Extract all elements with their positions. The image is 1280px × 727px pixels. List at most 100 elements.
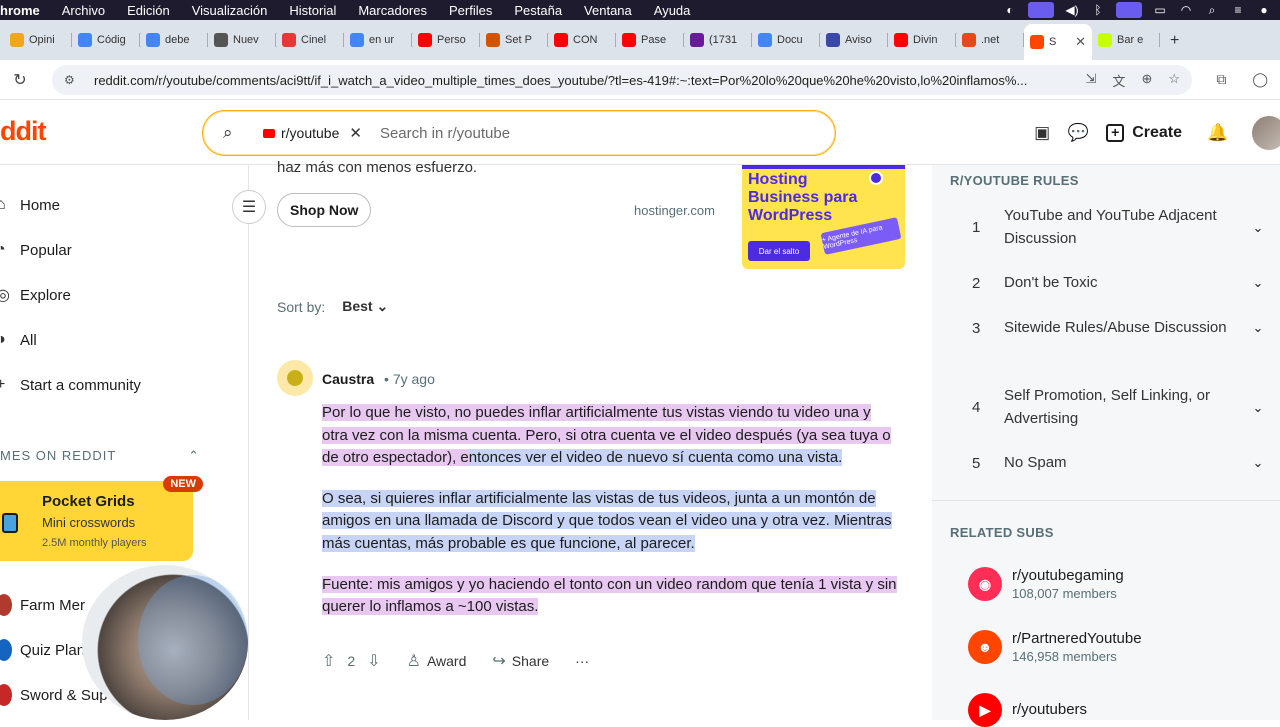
advertise-icon[interactable]: ▣ — [1024, 123, 1060, 143]
menu-historial[interactable]: Historial — [278, 3, 347, 18]
youtube-icon — [894, 33, 908, 47]
browser-tab[interactable]: CON — [548, 24, 616, 56]
screen-record-icon[interactable] — [1028, 2, 1054, 18]
nav-popular[interactable]: ◔ Popular — [0, 235, 230, 265]
browser-tab[interactable]: debe — [140, 24, 208, 56]
browser-tab[interactable]: Set P — [480, 24, 548, 56]
vote-control: ⇧ 2 ⇩ — [322, 651, 381, 671]
menu-perfiles[interactable]: Perfiles — [438, 3, 503, 18]
menu-marcadores[interactable]: Marcadores — [347, 3, 438, 18]
create-button[interactable]: + Create — [1106, 124, 1182, 142]
downvote-icon[interactable]: ⇩ — [367, 651, 380, 671]
install-app-icon[interactable]: ⇲ — [1086, 71, 1097, 90]
extensions-icon[interactable]: ⧉ — [1216, 71, 1226, 88]
menu-edicion[interactable]: Edición — [116, 3, 181, 18]
reload-icon[interactable]: ↻ — [0, 70, 40, 90]
related-sub-item[interactable]: ▶ r/youtubers — [968, 693, 1087, 727]
rules-title: R/YOUTUBE RULES — [950, 173, 1079, 188]
sort-value[interactable]: Best ⌄ — [342, 298, 388, 315]
chevron-up-icon[interactable]: ⌃ — [188, 448, 200, 464]
rule-item-1[interactable]: 1 YouTube and YouTube Adjacent Discussion… — [950, 205, 1268, 250]
rule-item-3[interactable]: 3 Sitewide Rules/Abuse Discussion ⌄ — [950, 317, 1268, 340]
nav-all[interactable]: ◑ All — [0, 325, 230, 355]
address-url[interactable]: reddit.com/r/youtube/comments/aci9tt/if_… — [94, 73, 1074, 88]
tab-label: en ur — [369, 34, 395, 46]
game-item-quiz[interactable]: Quiz Plane — [0, 639, 93, 661]
browser-tab[interactable]: Opini — [4, 24, 72, 56]
browser-tab[interactable]: Aviso — [820, 24, 888, 56]
nav-start-community[interactable]: + Start a community — [0, 370, 230, 400]
bookmark-star-icon[interactable]: ☆ — [1168, 71, 1180, 90]
control-center-icon[interactable]: ≡ — [1230, 3, 1246, 17]
zoom-icon[interactable]: ⊕ — [1141, 71, 1152, 90]
pocket-grids-promo[interactable]: Pocket Grids Mini crosswords 2.5M monthl… — [0, 476, 203, 561]
shop-now-button[interactable]: Shop Now — [277, 193, 372, 227]
close-icon[interactable]: ✕ — [349, 124, 362, 142]
favicon-id — [1098, 33, 1112, 47]
games-section-header[interactable]: MES ON REDDIT ⌃ — [0, 448, 200, 464]
vote-count: 2 — [347, 653, 356, 669]
new-tab-icon[interactable]: + — [1160, 32, 1189, 50]
browser-tab[interactable]: S ✕ — [1024, 24, 1092, 60]
reddit-logo[interactable]: ddit — [0, 116, 46, 147]
upvote-icon[interactable]: ⇧ — [322, 651, 335, 671]
rule-item-4[interactable]: 4 Self Promotion, Self Linking, or Advert… — [950, 385, 1268, 430]
volume-icon[interactable]: ◀) — [1064, 3, 1080, 17]
browser-tab[interactable]: Docu — [752, 24, 820, 56]
site-info-icon[interactable]: ⚙ — [64, 73, 82, 87]
rule-item-5[interactable]: 5 No Spam ⌄ — [950, 452, 1268, 475]
home-icon: ⌂ — [0, 196, 6, 213]
address-bar[interactable]: ⚙ reddit.com/r/youtube/comments/aci9tt/i… — [52, 65, 1192, 95]
menubar-app-name[interactable]: hrome — [0, 3, 51, 18]
comment-author[interactable]: Caustra — [322, 371, 374, 387]
sort-control[interactable]: Sort by: Best ⌄ — [277, 298, 388, 315]
search-input[interactable] — [379, 124, 760, 142]
close-tab-icon[interactable]: ✕ — [1075, 34, 1086, 50]
bluetooth-icon[interactable]: ᛒ — [1090, 3, 1106, 17]
screen-mirror-icon[interactable] — [1116, 2, 1142, 18]
ad-image[interactable]: Hosting Business para WordPress Dar el s… — [742, 165, 905, 269]
related-sub-item[interactable]: ☻ r/PartneredYoutube 146,958 members — [968, 630, 1142, 664]
translate-icon[interactable]: 文 — [1112, 71, 1125, 90]
hamburger-menu-icon[interactable]: ☰ — [232, 190, 266, 224]
menu-archivo[interactable]: Archivo — [51, 3, 116, 18]
youtube-icon — [263, 128, 275, 138]
subreddit-search-chip[interactable]: r/youtube ✕ — [257, 118, 368, 148]
chat-icon[interactable]: 💬 — [1060, 123, 1096, 143]
browser-tab[interactable]: Bar e — [1092, 24, 1160, 56]
related-sub-item[interactable]: ◉ r/youtubegaming 108,007 members — [968, 567, 1124, 601]
browser-tab[interactable]: Pase — [616, 24, 684, 56]
menu-ventana[interactable]: Ventana — [573, 3, 643, 18]
browser-tab[interactable]: (1731 — [684, 24, 752, 56]
ad-domain[interactable]: hostinger.com — [634, 203, 715, 218]
menu-ayuda[interactable]: Ayuda — [643, 3, 702, 18]
browser-tab[interactable]: Códig — [72, 24, 140, 56]
search-bar[interactable]: ⌕ r/youtube ✕ — [202, 110, 836, 156]
nav-explore[interactable]: ◎ Explore — [0, 280, 230, 310]
avatar[interactable] — [277, 360, 313, 396]
share-button[interactable]: ↪ Share — [492, 651, 549, 671]
wifi-icon[interactable]: ◠ — [1178, 3, 1194, 17]
browser-tab[interactable]: Perso — [412, 24, 480, 56]
browser-tab[interactable]: Cinel — [276, 24, 344, 56]
tab-label: Set P — [505, 34, 532, 46]
menu-visualizacion[interactable]: Visualización — [181, 3, 279, 18]
browser-tab[interactable]: .net — [956, 24, 1024, 56]
nav-home[interactable]: ⌂ Home — [0, 190, 230, 220]
rule-item-2[interactable]: 2 Don't be Toxic ⌄ — [950, 272, 1268, 295]
status-circle-icon[interactable]: ◐ — [1002, 3, 1018, 17]
menu-pestana[interactable]: Pestaña — [503, 3, 573, 18]
profile-icon[interactable]: ◯ — [1252, 71, 1268, 88]
award-button[interactable]: ♙ Award — [407, 651, 467, 671]
game-item-sword[interactable]: Sword & Sup — [0, 684, 108, 706]
notification-bell-icon[interactable]: 🔔 — [1200, 123, 1236, 143]
browser-tab[interactable]: Nuev — [208, 24, 276, 56]
avatar[interactable] — [1252, 116, 1280, 150]
spotlight-search-icon[interactable]: ⌕ — [1204, 3, 1220, 18]
browser-tab[interactable]: en ur — [344, 24, 412, 56]
user-icon[interactable]: ● — [1256, 3, 1272, 17]
game-item-farm[interactable]: Farm Mer — [0, 594, 85, 616]
more-options-button[interactable]: ··· — [575, 653, 589, 669]
battery-icon[interactable]: ▭ — [1152, 3, 1168, 17]
browser-tab[interactable]: Divin — [888, 24, 956, 56]
